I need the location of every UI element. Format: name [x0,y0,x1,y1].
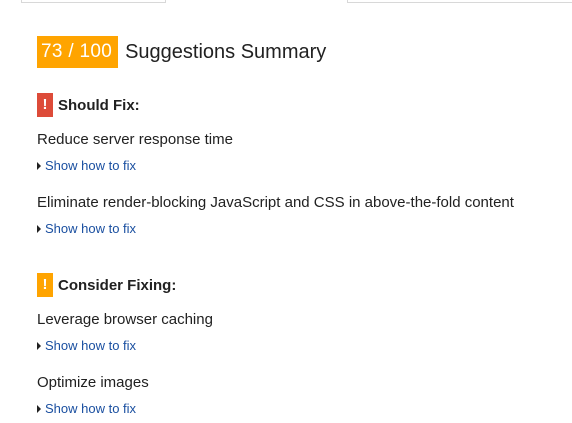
link-label[interactable]: Show how to fix [45,221,136,236]
link-label[interactable]: Show how to fix [45,401,136,416]
caret-right-icon [37,161,41,170]
consider-fixing-heading: ! Consider Fixing: [37,273,176,297]
show-how-to-fix-link-render-blocking[interactable]: Show how to fix [37,221,136,236]
red-warning-icon: ! [37,93,53,117]
caret-right-icon [37,224,41,233]
rule-title-render-blocking: Eliminate render-blocking JavaScript and… [37,194,514,211]
tab-bar [0,0,572,3]
consider-fixing-label: Consider Fixing: [58,276,177,294]
orange-warning-icon: ! [37,273,53,297]
score-badge: 73 / 100 [37,36,119,68]
rule-title-browser-caching: Leverage browser caching [37,311,213,328]
suggestions-summary-header: 73 / 100 Suggestions Summary [37,36,326,68]
caret-right-icon [37,341,41,350]
show-how-to-fix-link-optimize-images[interactable]: Show how to fix [37,401,136,416]
link-label[interactable]: Show how to fix [45,158,136,173]
should-fix-heading: ! Should Fix: [37,93,140,117]
caret-right-icon [37,404,41,413]
link-label[interactable]: Show how to fix [45,338,136,353]
tab-left[interactable] [21,0,166,3]
show-how-to-fix-link-browser-caching[interactable]: Show how to fix [37,338,136,353]
tab-right[interactable] [347,0,572,3]
show-how-to-fix-link-server-response[interactable]: Show how to fix [37,158,136,173]
should-fix-label: Should Fix: [58,96,140,114]
rule-title-optimize-images: Optimize images [37,374,149,391]
summary-title: Suggestions Summary [125,40,327,63]
tab-active[interactable] [165,0,348,3]
rule-title-server-response: Reduce server response time [37,131,233,148]
